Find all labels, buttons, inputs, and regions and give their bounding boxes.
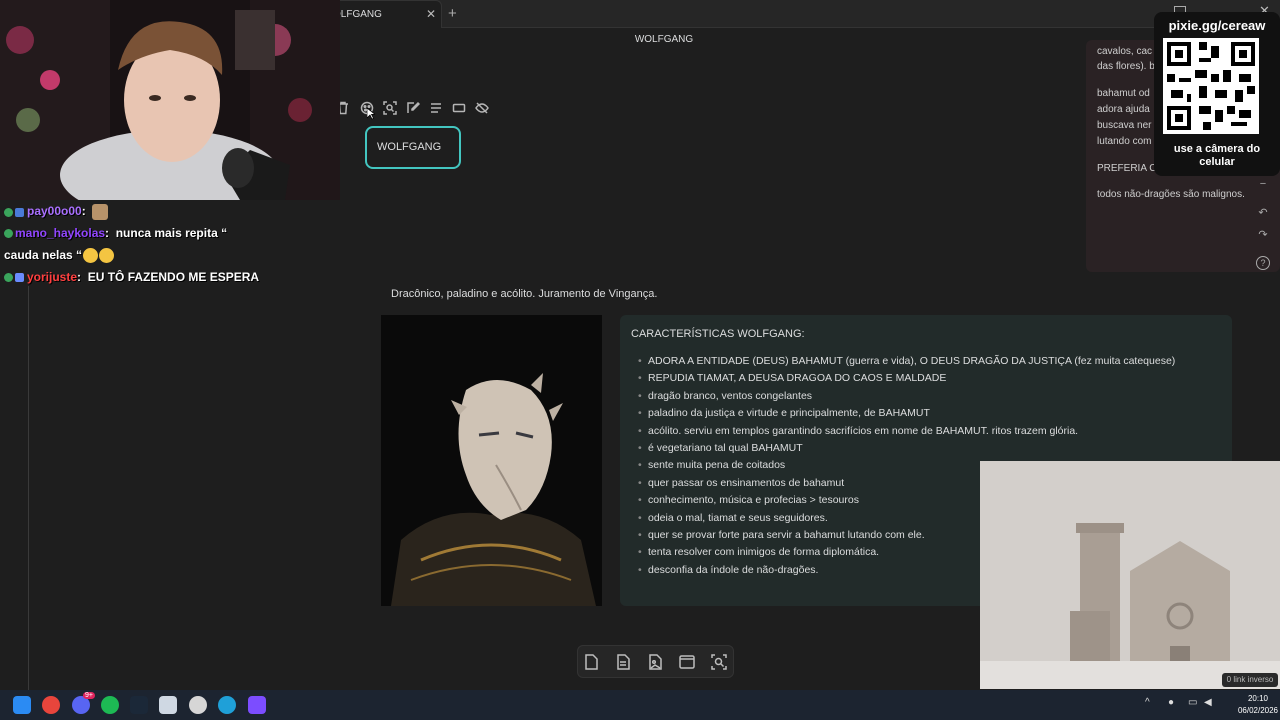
note-line: lutando com [1097,136,1152,147]
edit-icon[interactable] [406,101,421,115]
obsidian-icon[interactable] [248,696,266,714]
chrome-icon[interactable] [42,696,60,714]
new-card-icon[interactable] [582,653,600,671]
edge-icon[interactable] [218,696,236,714]
network-icon[interactable]: ▭ [1188,697,1197,708]
zoom-out-button[interactable]: − [1256,178,1270,192]
chat-message: yorijuste: EU TÔ FAZENDO ME ESPERA [4,270,259,284]
taskbar-clock[interactable]: 20:10 06/02/2026 [1236,693,1280,717]
tray-chevron-icon[interactable]: ^ [1145,697,1150,708]
windows-start-icon[interactable] [13,696,31,714]
undo-button[interactable]: ↶ [1256,206,1270,220]
tab-close-icon[interactable]: ✕ [426,7,436,21]
chat-username: yorijuste [27,270,78,284]
note-line: PREFERIA C [1097,163,1157,174]
mouse-cursor-icon [367,108,375,120]
tab-title: OLFGANG [333,9,382,20]
badge-icon [4,207,13,217]
chat-text: nunca mais repita “ [115,226,228,240]
zoom-fit-icon[interactable] [710,653,728,671]
clock-time: 20:10 [1247,694,1269,703]
chat-username: pay00o00 [27,204,82,219]
divider [28,286,29,690]
group-icon[interactable] [678,653,696,671]
spotify-icon[interactable] [101,696,119,714]
qr-caption: use a câmera do celular [1173,143,1261,168]
align-icon[interactable] [429,101,443,115]
zoom-fit-icon[interactable] [383,101,397,115]
view-header-title: WOLFGANG [634,34,694,45]
list-item: REPUDIA TIAMAT, A DEUSA DRAGOA DO CAOS E… [638,370,1175,387]
new-note-icon[interactable] [614,653,632,671]
microphone-icon[interactable]: ● [1168,697,1174,708]
hide-icon[interactable] [475,101,489,115]
crying-emoji-icon [83,248,99,264]
chat-message: pay00o00: [4,204,109,220]
dragonborn-portrait-icon [381,315,602,606]
chat-username: mano_haykolas [15,226,106,240]
chat-text: EU TÔ FAZENDO ME ESPERA [87,270,260,284]
clock-date: 06/02/2026 [1237,706,1279,715]
node-toolbar [332,96,496,120]
badge-icon [4,229,13,239]
help-button[interactable]: ? [1256,256,1270,270]
add-media-icon[interactable] [646,653,664,671]
list-item: acólito. serviu em templos garantindo sa… [638,423,1175,440]
canvas-bottom-toolbar [577,645,734,678]
new-tab-button[interactable]: + [448,5,457,22]
chat-message-continued: cauda nelas “ [4,248,115,264]
streamer-webcam-icon [0,0,340,200]
card-icon[interactable] [452,101,466,115]
note-line: todos não-dragões são malignos. [1097,189,1245,200]
qr-url: pixie.gg/cereaw [1168,18,1266,33]
note-line: das flores). b [1097,61,1155,72]
chat-text: cauda nelas “ [4,248,83,262]
webcam-feed [0,0,340,200]
discord-badge: 9+ [83,692,95,699]
snowy-church-scene-icon [980,461,1280,689]
canvas-side-controls: − ↶ ↷ ? [1250,174,1276,274]
backlinks-status[interactable]: 0 link inverso [1222,673,1278,687]
obs-icon[interactable] [189,696,207,714]
canvas-node-wolfgang[interactable]: WOLFGANG [365,126,461,169]
chat-message: mano_haykolas: nunca mais repita “ [4,226,227,240]
sub-badge-icon [15,207,24,217]
gift-badge-icon [15,273,24,283]
list-item: paladino da justiça e virtude e principa… [638,405,1175,422]
stream-chat: pay00o00: mano_haykolas: nunca mais repi… [0,200,340,690]
character-portrait[interactable] [381,315,602,606]
steam-icon[interactable] [130,696,148,714]
note-line: adora ajuda [1097,104,1150,115]
redo-button[interactable]: ↷ [1256,228,1270,242]
node-label: WOLFGANG [377,141,442,153]
list-item: ADORA A ENTIDADE (DEUS) BAHAMUT (guerra … [638,353,1175,370]
volume-icon[interactable]: ◀ [1204,697,1212,708]
qr-overlay: pixie.gg/cereaw use a câmera do celular [1154,12,1280,176]
crying-emoji-icon [99,248,115,264]
secondary-camera-feed [980,461,1280,689]
characteristics-title: CARACTERÍSTICAS WOLFGANG: [631,328,805,340]
list-item: dragão branco, ventos congelantes [638,388,1175,405]
badge-icon [4,273,13,283]
note-line: bahamut od [1097,88,1150,99]
list-item: é vegetariano tal qual BAHAMUT [638,440,1175,457]
character-description: Dracônico, paladino e acólito. Juramento… [391,288,658,300]
cat-emote-icon [92,204,109,220]
ccleaner-icon[interactable] [159,696,177,714]
note-line: buscava ner [1097,120,1152,131]
note-line: cavalos, cac [1097,46,1153,57]
qr-code-icon [1163,38,1259,134]
